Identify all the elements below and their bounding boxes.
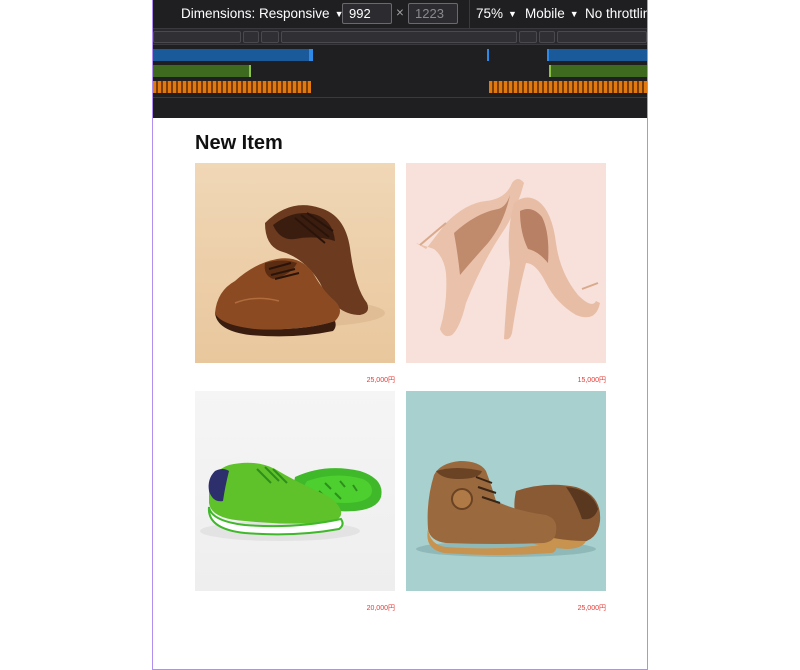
responsive-viewport-frame: Dimensions: Responsive ▼ 992 × 1223 75% … [152,0,648,670]
ruler-segment[interactable] [519,31,537,43]
throttling-dropdown[interactable]: No throttling [585,6,647,21]
zoom-label: 75% [476,6,504,21]
device-label: Mobile [525,6,565,21]
media-query-bar-min-width[interactable] [153,81,311,93]
media-query-bar-min-max[interactable] [153,65,251,77]
height-input[interactable]: 1223 [408,3,458,24]
zoom-dropdown[interactable]: 75% ▼ [476,6,517,21]
media-query-bar-range[interactable] [311,49,489,61]
device-type-dropdown[interactable]: Mobile ▼ [525,6,579,21]
product-price: 15,000円 [577,377,606,384]
ruler-segment[interactable] [557,31,647,43]
product-image-green-sneakers[interactable] [195,391,395,591]
page-title: New Item [195,132,283,154]
devtools-panel-bottom [153,97,647,118]
media-query-bar-min-width[interactable] [489,81,647,93]
throttling-label: No throttling [585,6,647,21]
toolbar-divider [469,0,470,28]
product-image-brown-leather-boots[interactable] [406,391,606,591]
product-card[interactable]: 25,000円 [406,391,606,612]
media-query-bar-max-width[interactable] [153,49,311,61]
product-image-nude-high-heels[interactable] [406,163,606,363]
page-content: New Item 25,000円 15,000円 20,000円 25,000円 [153,118,647,669]
caret-down-icon: ▼ [508,8,517,19]
caret-down-icon: ▼ [569,8,579,19]
devtools-responsive-panel: Dimensions: Responsive ▼ 992 × 1223 75% … [153,0,647,118]
media-query-bar-max-width[interactable] [547,49,647,61]
dimensions-label: Dimensions: Responsive [181,6,330,21]
media-query-bar-min-max[interactable] [549,65,647,77]
width-input[interactable]: 992 [342,3,392,24]
ruler-segment[interactable] [261,31,279,43]
device-size-ruler [153,28,647,45]
device-toolbar: Dimensions: Responsive ▼ 992 × 1223 75% … [153,0,647,28]
ruler-segment[interactable] [281,31,517,43]
times-icon: × [396,5,404,20]
product-image-brown-oxford-shoes[interactable] [195,163,395,363]
product-price: 20,000円 [366,605,395,612]
product-price: 25,000円 [577,605,606,612]
product-card[interactable]: 25,000円 [195,163,395,384]
product-card[interactable]: 15,000円 [406,163,606,384]
ruler-segment[interactable] [539,31,555,43]
ruler-segment[interactable] [153,31,241,43]
ruler-segment[interactable] [243,31,259,43]
product-card[interactable]: 20,000円 [195,391,395,612]
dimensions-dropdown[interactable]: Dimensions: Responsive ▼ [181,6,344,21]
product-price: 25,000円 [366,377,395,384]
